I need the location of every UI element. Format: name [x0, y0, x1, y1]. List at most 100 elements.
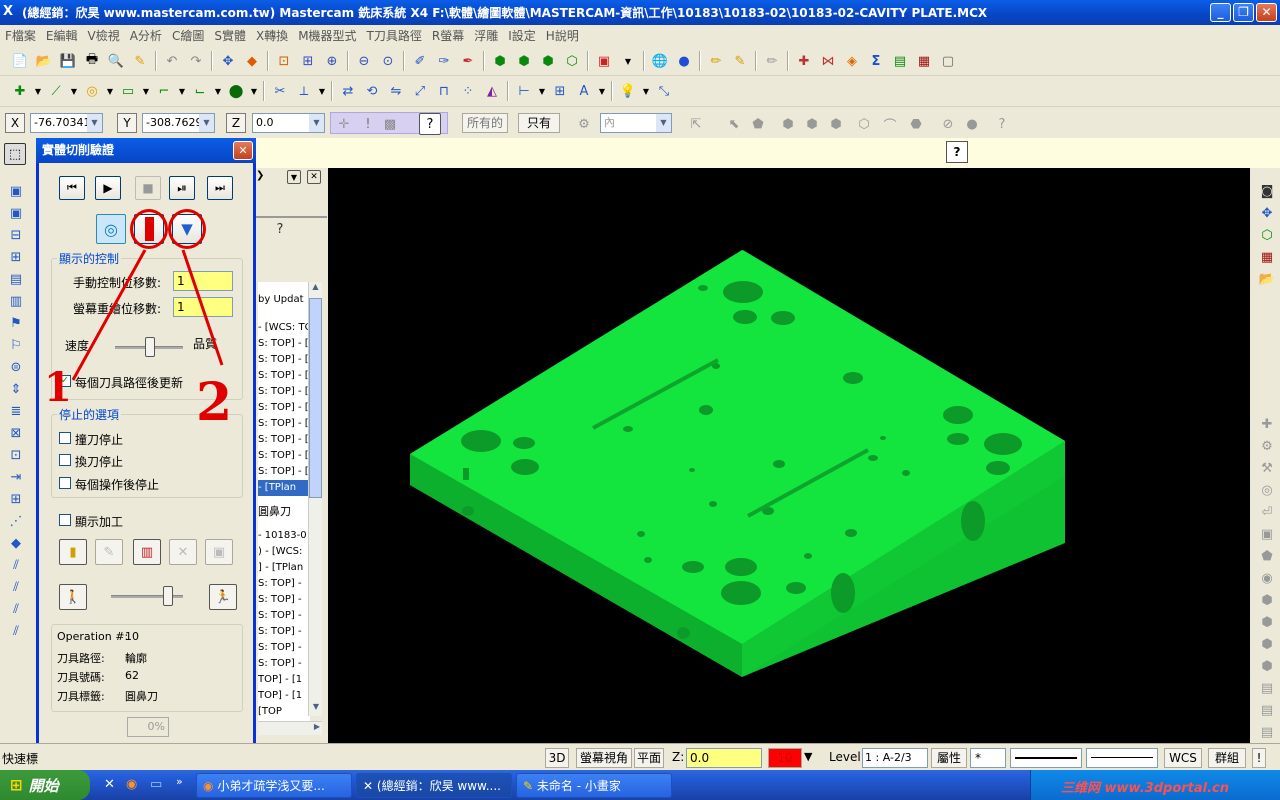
solid-select-3-icon[interactable]: ⬢ — [825, 113, 847, 135]
level-select[interactable]: 1 : A-2/3 — [862, 748, 928, 768]
toolpath-16-icon[interactable]: ⋰ — [5, 510, 27, 532]
rewind-button[interactable]: ⏮ — [59, 176, 85, 200]
operation-row[interactable]: S: TOP] - [ — [258, 352, 310, 368]
operation-row[interactable]: TOP] - [1 — [258, 672, 310, 688]
play-button[interactable]: ▶ — [95, 176, 121, 200]
scale-icon[interactable]: ⤢ — [409, 80, 431, 102]
toolpath-7-icon[interactable]: ⚑ — [5, 312, 27, 334]
toolpath-18-icon[interactable]: ⫽ — [5, 554, 27, 576]
square-icon[interactable]: ▢ — [937, 50, 959, 72]
dropdown-arrow-icon[interactable]: ▼ — [177, 80, 187, 102]
point-style-select[interactable]: * — [970, 748, 1006, 768]
show-machining-checkbox[interactable] — [59, 514, 71, 526]
cylinder-icon[interactable]: ⬤ — [225, 80, 247, 102]
print-preview-icon[interactable]: 🔍 — [105, 50, 127, 72]
view-cube-icon[interactable]: ⬡ — [1256, 224, 1278, 246]
toolpath-2-icon[interactable]: ▣ — [5, 202, 27, 224]
toolpath-3-icon[interactable]: ⊟ — [5, 224, 27, 246]
z-coord-input[interactable]: 0.0 ▼ — [252, 113, 325, 133]
tool-13-icon[interactable]: ▤ — [1256, 677, 1278, 699]
tool-8-icon[interactable]: ◉ — [1256, 567, 1278, 589]
zoom-target-icon[interactable]: ⊙ — [377, 50, 399, 72]
y-coord-label[interactable]: Y — [117, 113, 137, 133]
polygon-select-icon[interactable]: ⬟ — [747, 113, 769, 135]
operation-row[interactable]: S: TOP] - [ — [258, 416, 310, 432]
toolpath-4-icon[interactable]: ⊞ — [5, 246, 27, 268]
analyze-icon[interactable]: ⋈ — [817, 50, 839, 72]
shade-icon[interactable]: ◈ — [841, 50, 863, 72]
operation-row[interactable]: S: TOP] - — [258, 592, 310, 608]
solid-select-1-icon[interactable]: ⬢ — [777, 113, 799, 135]
fast-button[interactable]: 🏃 — [209, 584, 237, 610]
dimension-icon[interactable]: ⤡ — [653, 80, 675, 102]
tool-6-icon[interactable]: ▣ — [1256, 523, 1278, 545]
quicklaunch-firefox-icon[interactable]: ◉ — [126, 777, 137, 792]
array-icon[interactable]: ⁘ — [457, 80, 479, 102]
save-icon[interactable]: 💾 — [57, 50, 79, 72]
pencil-icon[interactable]: ✏ — [705, 50, 727, 72]
operation-row[interactable]: S: TOP] - — [258, 656, 310, 672]
compare-button[interactable]: ✕ — [169, 539, 197, 565]
operation-row[interactable]: ) - [WCS: — [258, 544, 310, 560]
view-grid-icon[interactable]: ▦ — [1256, 246, 1278, 268]
warning-button[interactable]: ! — [1252, 748, 1266, 768]
dropdown-arrow-icon[interactable]: ▼ — [199, 114, 214, 132]
operation-row[interactable]: S: TOP] - — [258, 624, 310, 640]
screen-view-button[interactable]: 螢幕視角 — [576, 748, 632, 768]
line-icon[interactable]: ⟋ — [45, 80, 67, 102]
toolpath-19-icon[interactable]: ⫽ — [5, 576, 27, 598]
select-path-icon[interactable]: ✒ — [457, 50, 479, 72]
face-select-icon[interactable]: ⬣ — [905, 113, 927, 135]
scroll-down-icon[interactable]: ▼ — [309, 702, 323, 716]
mastercam-icon[interactable]: X — [3, 4, 19, 20]
select-tool-icon[interactable]: ✐ — [409, 50, 431, 72]
start-button[interactable]: ⊞ 開始 — [0, 770, 90, 800]
zoom-icon[interactable]: ⊕ — [321, 50, 343, 72]
dropdown-arrow-icon[interactable]: ▼ — [597, 80, 607, 102]
solid-view-3-icon[interactable]: ⬢ — [537, 50, 559, 72]
mirror-icon[interactable]: ⇋ — [385, 80, 407, 102]
solid-cube-icon[interactable]: ▣ — [593, 50, 615, 72]
sigma-icon[interactable]: Σ — [865, 50, 887, 72]
cancel-select-icon[interactable]: ● — [961, 113, 983, 135]
toolpath-14-icon[interactable]: ⇥ — [5, 466, 27, 488]
menu-help[interactable]: H說明 — [541, 27, 584, 44]
verify-select-icon[interactable]: ⚙ — [573, 113, 595, 135]
dialog-close-button[interactable]: ✕ — [233, 141, 253, 160]
3d-mode-button[interactable]: 3D — [545, 748, 569, 768]
menu-settings[interactable]: I設定 — [503, 27, 541, 44]
undo-icon[interactable]: ↶ — [161, 50, 183, 72]
dropdown-arrow-icon[interactable]: ▼ — [656, 114, 671, 132]
sim-speed-slider[interactable] — [163, 586, 173, 606]
tool-4-icon[interactable]: ◎ — [1256, 479, 1278, 501]
window-select-icon[interactable]: ⬉ — [723, 113, 745, 135]
inside-select[interactable]: 內 ▼ — [600, 113, 672, 133]
grey-pencil-icon[interactable]: ✏ — [761, 50, 783, 72]
tool-15-icon[interactable]: ▤ — [1256, 721, 1278, 743]
translate-icon[interactable]: ⇄ — [337, 80, 359, 102]
dropdown-arrow-icon[interactable]: ▼ — [249, 80, 259, 102]
minimize-button[interactable]: _ — [1210, 3, 1231, 22]
context-help-button[interactable]: ? — [946, 141, 968, 163]
line-style-select[interactable] — [1010, 748, 1082, 768]
z-coord-label[interactable]: Z — [226, 113, 246, 133]
print-icon[interactable]: 🖶 — [81, 50, 103, 72]
redo-icon[interactable]: ↷ — [185, 50, 207, 72]
quick-mask-label[interactable]: 快速標 — [2, 750, 38, 767]
dropdown-arrow-icon[interactable]: ▼ — [617, 50, 639, 72]
toolpath-6-icon[interactable]: ▥ — [5, 290, 27, 312]
line-width-select[interactable] — [1086, 748, 1158, 768]
layers-icon[interactable]: ▤ — [889, 50, 911, 72]
tool-2-icon[interactable]: ⚙ — [1256, 435, 1278, 457]
scroll-thumb[interactable] — [309, 298, 322, 498]
chamfer-icon[interactable]: ⌙ — [189, 80, 211, 102]
dropdown-arrow-icon[interactable]: ▼ — [213, 80, 223, 102]
maximize-button[interactable]: ❐ — [1233, 3, 1254, 22]
operation-row[interactable]: 圓鼻刀 — [258, 504, 310, 520]
solid-view-2-icon[interactable]: ⬢ — [513, 50, 535, 72]
redraw-step-input[interactable]: 1 — [173, 297, 233, 317]
tool-10-icon[interactable]: ⬢ — [1256, 611, 1278, 633]
dropdown-arrow-icon[interactable]: ▼ — [537, 80, 547, 102]
stop-button[interactable]: ■ — [135, 176, 161, 200]
color-dropdown-icon[interactable]: ▼ — [804, 750, 812, 763]
